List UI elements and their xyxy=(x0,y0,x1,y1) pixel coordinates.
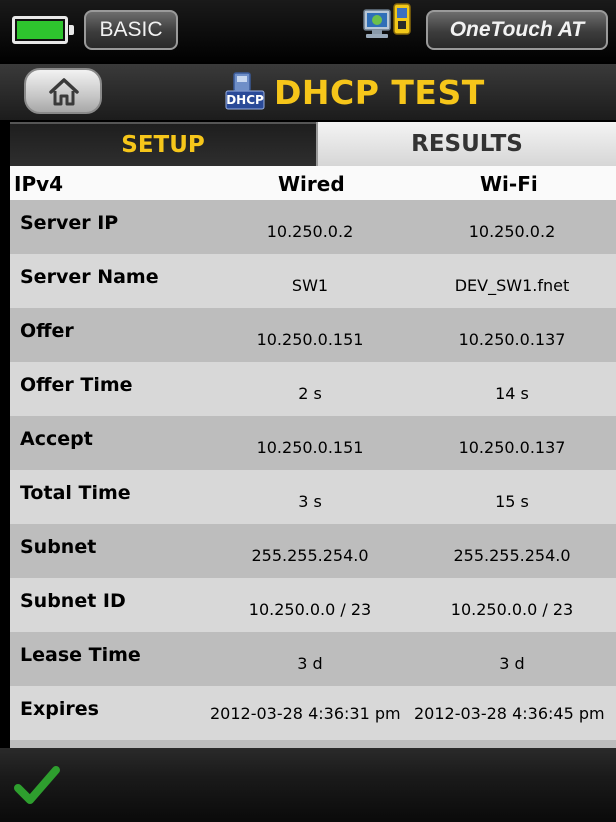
wired-value: 255.255.254.0 xyxy=(251,546,369,565)
battery-icon xyxy=(12,16,74,44)
wifi-value: 10.250.0.137 xyxy=(458,438,566,457)
battery-fill xyxy=(17,21,63,39)
dhcp-icon: DHCP xyxy=(224,71,266,113)
wifi-value: 3 d xyxy=(499,654,525,673)
tab-bar: SETUP RESULTS xyxy=(0,122,616,166)
row-label: Lease Time xyxy=(20,644,141,666)
wired-value: 2 s xyxy=(298,384,322,403)
checkmark-icon[interactable] xyxy=(14,764,60,808)
dhcp-icon-badge: DHCP xyxy=(226,93,264,107)
table-row-partial xyxy=(10,740,616,748)
row-label: Total Time xyxy=(20,482,131,504)
wifi-value: 14 s xyxy=(495,384,529,403)
wifi-value: 10.250.0.2 xyxy=(468,222,556,241)
tab-setup[interactable]: SETUP xyxy=(10,122,316,166)
title-bar: DHCP DHCP TEST xyxy=(0,64,616,120)
header-wifi: Wi-Fi xyxy=(480,172,538,196)
row-label: Server Name xyxy=(20,266,159,288)
wifi-value: 2012-03-28 4:36:45 pm xyxy=(414,704,605,723)
mode-button[interactable]: BASIC xyxy=(84,10,178,50)
results-table[interactable]: IPv4 Wired Wi-Fi Server IP 10.250.0.2 10… xyxy=(10,166,616,748)
wifi-value: 255.255.254.0 xyxy=(453,546,571,565)
wifi-value: 10.250.0.137 xyxy=(458,330,566,349)
wired-value: 10.250.0.0 / 23 xyxy=(248,600,372,619)
wired-value: 10.250.0.151 xyxy=(256,438,364,457)
table-row: Offer 10.250.0.151 10.250.0.137 xyxy=(10,308,616,362)
row-label: Server IP xyxy=(20,212,119,234)
table-row: Accept 10.250.0.151 10.250.0.137 xyxy=(10,416,616,470)
table-header: IPv4 Wired Wi-Fi xyxy=(10,166,616,200)
table-row: Subnet 255.255.254.0 255.255.254.0 xyxy=(10,524,616,578)
row-label: Subnet ID xyxy=(20,590,126,612)
table-row: Offer Time 2 s 14 s xyxy=(10,362,616,416)
wired-value: 2012-03-28 4:36:31 pm xyxy=(210,704,401,723)
table-row: Subnet ID 10.250.0.0 / 23 10.250.0.0 / 2… xyxy=(10,578,616,632)
bottom-bar xyxy=(0,748,616,822)
home-icon xyxy=(49,78,79,106)
header-wired: Wired xyxy=(278,172,345,196)
page-title-group: DHCP DHCP TEST xyxy=(224,70,485,114)
header-ipv4: IPv4 xyxy=(14,172,64,196)
home-button[interactable] xyxy=(24,68,102,114)
left-edge xyxy=(0,166,10,748)
table-row: Server IP 10.250.0.2 10.250.0.2 xyxy=(10,200,616,254)
wired-value: 10.250.0.151 xyxy=(256,330,364,349)
table-row: Server Name SW1 DEV_SW1.fnet xyxy=(10,254,616,308)
wifi-value: 15 s xyxy=(495,492,529,511)
device-name-button[interactable]: OneTouch AT xyxy=(426,10,608,50)
row-label: Accept xyxy=(20,428,93,450)
wired-value: 10.250.0.2 xyxy=(266,222,354,241)
row-label: Expires xyxy=(20,698,99,720)
tab-results[interactable]: RESULTS xyxy=(316,122,616,166)
network-devices-icon[interactable] xyxy=(362,2,416,48)
wired-value: SW1 xyxy=(291,276,329,295)
page-title: DHCP TEST xyxy=(274,72,485,112)
table-row: Expires 2012-03-28 4:36:31 pm 2012-03-28… xyxy=(10,686,616,740)
wifi-value: 10.250.0.0 / 23 xyxy=(450,600,574,619)
wifi-value: DEV_SW1.fnet xyxy=(454,276,570,295)
row-label: Offer xyxy=(20,320,74,342)
wired-value: 3 d xyxy=(297,654,323,673)
wired-value: 3 s xyxy=(298,492,322,511)
row-label: Subnet xyxy=(20,536,97,558)
status-bar: BASIC OneTouch AT xyxy=(0,0,616,64)
table-row: Lease Time 3 d 3 d xyxy=(10,632,616,686)
table-row: Total Time 3 s 15 s xyxy=(10,470,616,524)
row-label: Offer Time xyxy=(20,374,133,396)
